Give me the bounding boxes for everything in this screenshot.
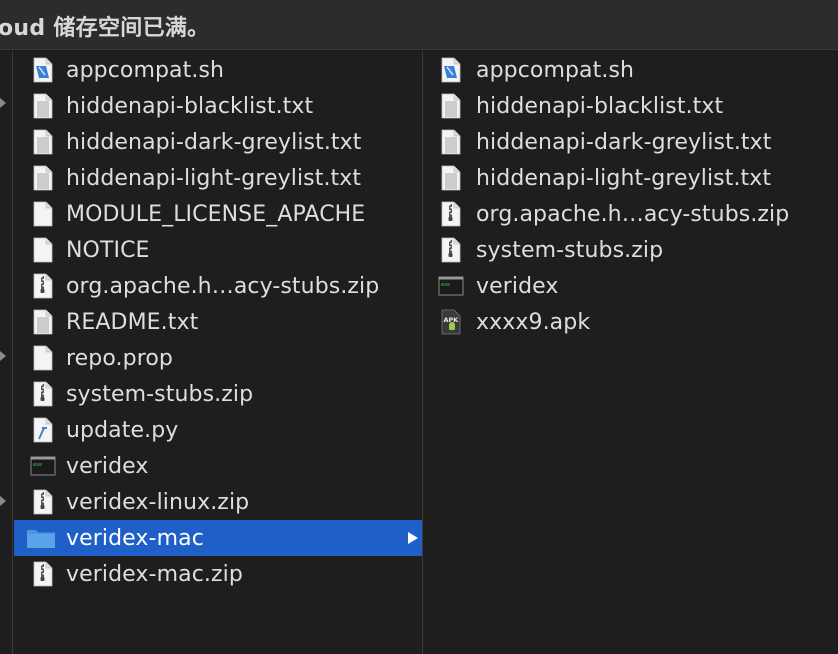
- svg-text:exe: exe: [33, 462, 42, 468]
- disclosure-arrow-icon[interactable]: [0, 98, 6, 108]
- file-name-label: hiddenapi-blacklist.txt: [66, 93, 314, 119]
- column-left[interactable]: [0, 51, 13, 654]
- file-name-label: NOTICE: [66, 237, 150, 263]
- file-name-label: veridex: [66, 453, 149, 479]
- zip-file-icon: [438, 201, 464, 227]
- file-name-label: hiddenapi-blacklist.txt: [476, 93, 724, 119]
- expand-arrow-icon: [408, 532, 418, 544]
- finder-window: oud 储存空间已满。 appcompat.sh hiddenapi-blackl…: [0, 0, 838, 654]
- disclosure-arrow-icon[interactable]: [0, 496, 6, 506]
- text-file-icon: [438, 165, 464, 191]
- storage-full-message: oud 储存空间已满。: [0, 16, 210, 41]
- file-row[interactable]: org.apache.h…acy-stubs.zip: [424, 196, 838, 232]
- file-row[interactable]: APK xxxx9.apk: [424, 304, 838, 340]
- file-row[interactable]: appcompat.sh: [14, 52, 422, 88]
- file-name-label: hiddenapi-light-greylist.txt: [476, 165, 772, 191]
- file-name-label: appcompat.sh: [476, 57, 635, 83]
- file-row[interactable]: repo.prop: [14, 340, 422, 376]
- file-row[interactable]: hiddenapi-light-greylist.txt: [424, 160, 838, 196]
- file-name-label: veridex-linux.zip: [66, 489, 250, 515]
- file-row[interactable]: exe veridex: [424, 268, 838, 304]
- file-name-label: veridex: [476, 273, 559, 299]
- blank-file-icon: [30, 345, 56, 371]
- shell-script-icon: [30, 57, 56, 83]
- file-name-label: repo.prop: [66, 345, 173, 371]
- file-name-label: hiddenapi-dark-greylist.txt: [476, 129, 772, 155]
- file-name-label: veridex-mac.zip: [66, 561, 243, 587]
- storage-full-notice-bar: oud 储存空间已满。: [0, 0, 838, 50]
- text-file-icon: [30, 165, 56, 191]
- file-name-label: README.txt: [66, 309, 199, 335]
- file-row-selected[interactable]: veridex-mac: [14, 520, 422, 556]
- python-file-icon: [30, 417, 56, 443]
- file-name-label: xxxx9.apk: [476, 309, 591, 335]
- blank-file-icon: [30, 237, 56, 263]
- file-row[interactable]: veridex-linux.zip: [14, 484, 422, 520]
- file-name-label: veridex-mac: [66, 525, 204, 551]
- file-name-label: org.apache.h…acy-stubs.zip: [66, 273, 380, 299]
- blank-file-icon: [30, 201, 56, 227]
- folder-icon: [26, 525, 55, 551]
- file-row[interactable]: org.apache.h…acy-stubs.zip: [14, 268, 422, 304]
- text-file-icon: [30, 309, 56, 335]
- file-row[interactable]: hiddenapi-blacklist.txt: [14, 88, 422, 124]
- zip-file-icon: [438, 237, 464, 263]
- svg-text:exe: exe: [441, 282, 450, 288]
- file-name-label: system-stubs.zip: [66, 381, 254, 407]
- shell-script-icon: [438, 57, 464, 83]
- zip-file-icon: [30, 489, 56, 515]
- executable-icon: exe: [30, 453, 56, 479]
- file-name-label: appcompat.sh: [66, 57, 225, 83]
- file-row[interactable]: MODULE_LICENSE_APACHE: [14, 196, 422, 232]
- file-row[interactable]: README.txt: [14, 304, 422, 340]
- text-file-icon: [30, 129, 56, 155]
- file-row[interactable]: hiddenapi-light-greylist.txt: [14, 160, 422, 196]
- zip-file-icon: [30, 273, 56, 299]
- file-row[interactable]: system-stubs.zip: [14, 376, 422, 412]
- file-name-label: org.apache.h…acy-stubs.zip: [476, 201, 790, 227]
- file-row[interactable]: hiddenapi-dark-greylist.txt: [424, 124, 838, 160]
- file-name-label: update.py: [66, 417, 179, 443]
- file-name-label: hiddenapi-dark-greylist.txt: [66, 129, 362, 155]
- zip-file-icon: [30, 381, 56, 407]
- file-name-label: hiddenapi-light-greylist.txt: [66, 165, 362, 191]
- file-name-label: system-stubs.zip: [476, 237, 664, 263]
- text-file-icon: [438, 93, 464, 119]
- file-row[interactable]: update.py: [14, 412, 422, 448]
- file-row[interactable]: appcompat.sh: [424, 52, 838, 88]
- file-row[interactable]: hiddenapi-dark-greylist.txt: [14, 124, 422, 160]
- text-file-icon: [438, 129, 464, 155]
- executable-icon: exe: [438, 273, 464, 299]
- column-middle[interactable]: appcompat.sh hiddenapi-blacklist.txt hidde…: [14, 51, 423, 654]
- apk-file-icon: APK: [438, 309, 464, 335]
- file-name-label: MODULE_LICENSE_APACHE: [66, 201, 366, 227]
- zip-file-icon: [30, 561, 56, 587]
- file-row[interactable]: NOTICE: [14, 232, 422, 268]
- column-right[interactable]: appcompat.sh hiddenapi-blacklist.txt hidde…: [424, 51, 838, 654]
- file-row[interactable]: hiddenapi-blacklist.txt: [424, 88, 838, 124]
- file-row[interactable]: system-stubs.zip: [424, 232, 838, 268]
- disclosure-arrow-icon[interactable]: [0, 351, 6, 361]
- text-file-icon: [30, 93, 56, 119]
- file-row[interactable]: veridex-mac.zip: [14, 556, 422, 592]
- file-row[interactable]: exe veridex: [14, 448, 422, 484]
